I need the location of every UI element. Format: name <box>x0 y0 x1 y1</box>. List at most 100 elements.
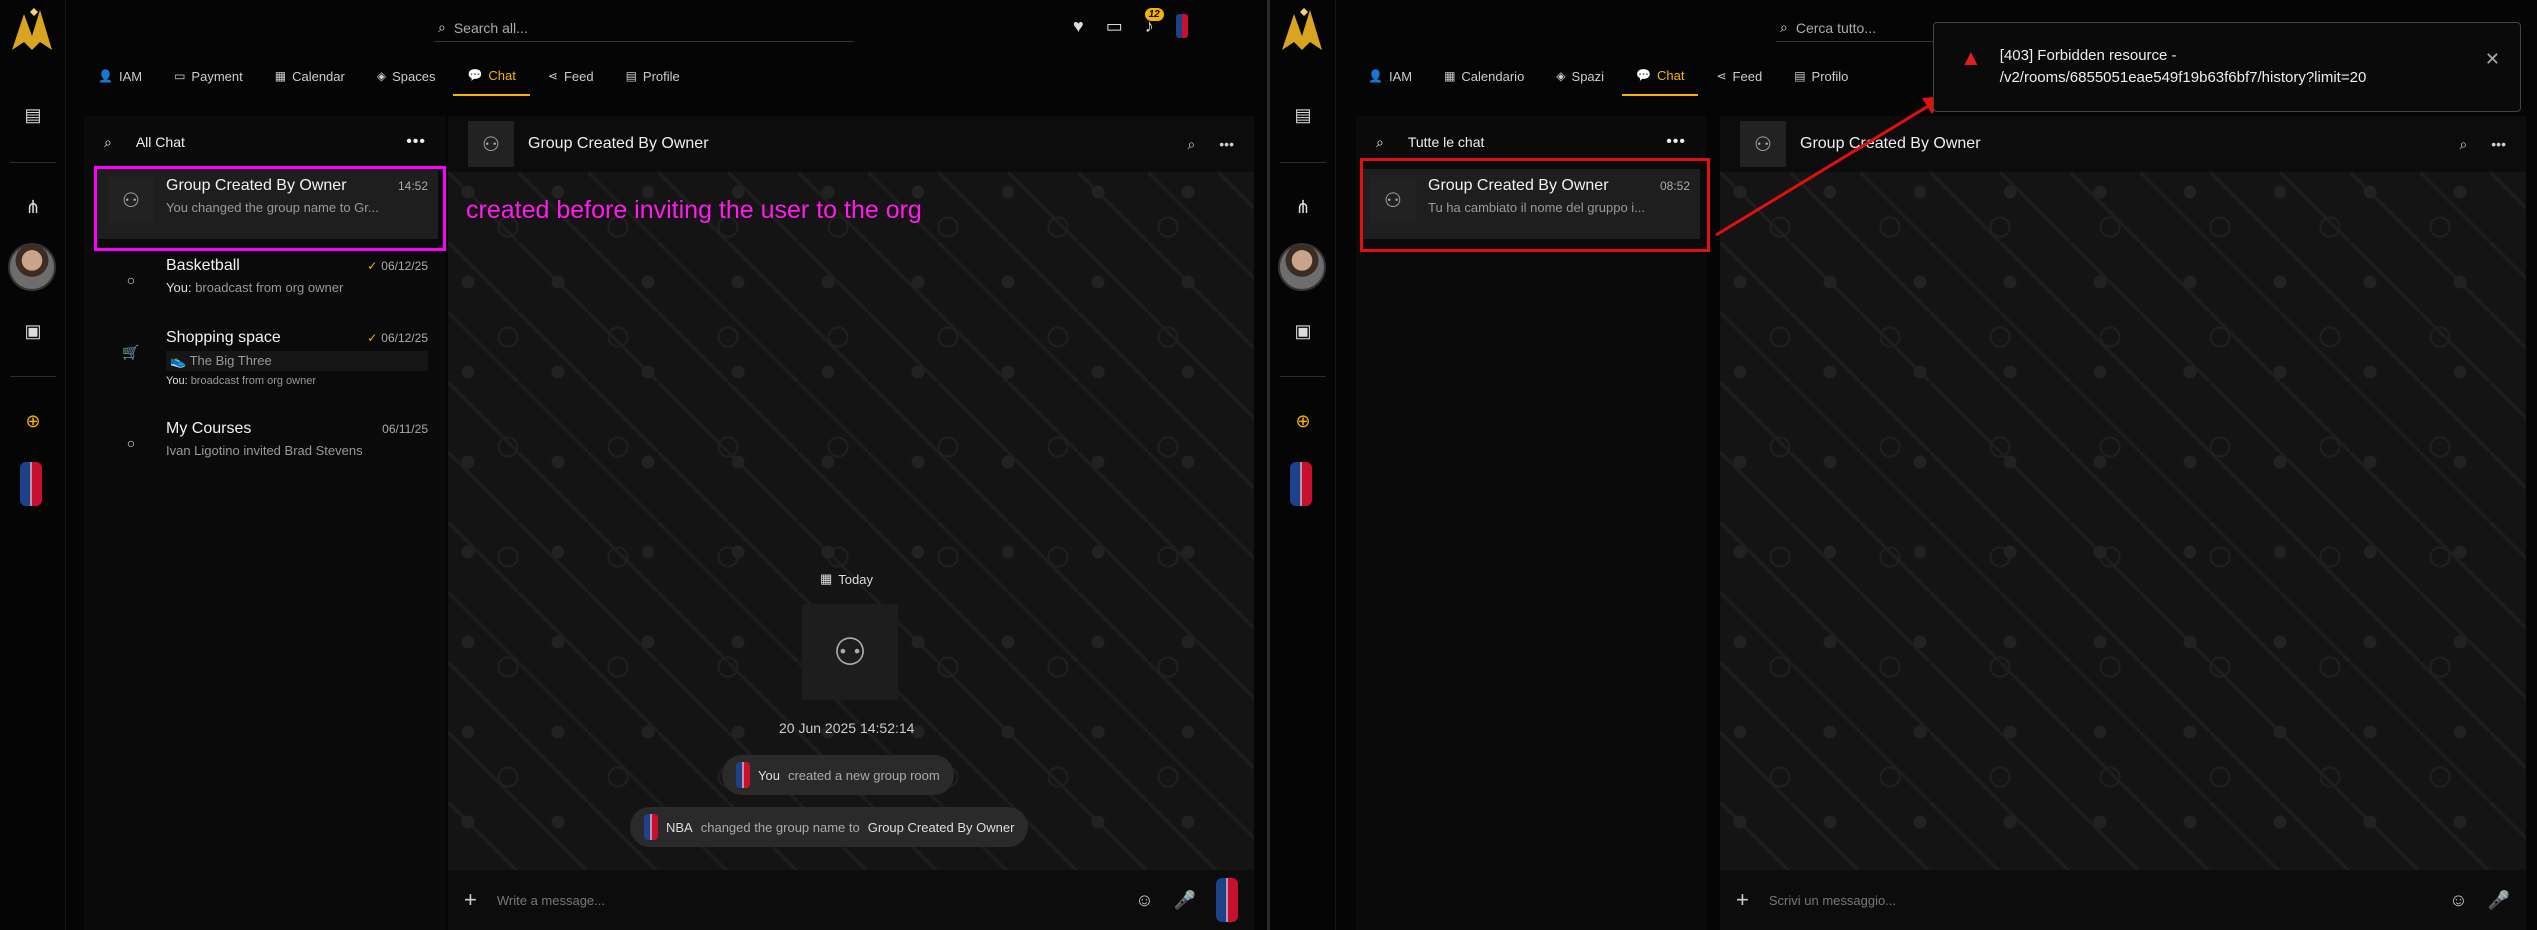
chat-bubble-icon[interactable]: ▭ <box>1106 16 1123 37</box>
tab-calendar[interactable]: ▦ Calendar <box>261 56 359 96</box>
event-text: created a new group room <box>787 767 940 783</box>
event-actor: NBA <box>666 819 693 835</box>
chat-list-header: ⌕ All Chat ••• <box>84 116 446 168</box>
user-avatar[interactable] <box>1278 243 1326 291</box>
search-icon: ⌕ <box>1780 19 1788 35</box>
tab-label: IAM <box>118 68 143 84</box>
user-icon: 👤 <box>98 69 113 83</box>
system-message: You created a new group room <box>722 755 954 795</box>
chat-item-group[interactable]: ⚇ Group Created By Owner 14:52 You change… <box>98 169 438 239</box>
share-icon: ⋖ <box>547 69 558 83</box>
chat-sender: You: <box>166 280 192 295</box>
rail-divider <box>1280 162 1326 163</box>
reader-icon[interactable]: ▣ <box>20 318 46 344</box>
nba-mini-logo <box>736 762 750 788</box>
org-switch-icon[interactable] <box>1175 14 1188 38</box>
notification-badge: 12 <box>1144 7 1164 21</box>
chat-list-title: All Chat <box>135 134 185 150</box>
chat-name: Group Created By Owner <box>1428 177 1609 194</box>
tab-chat[interactable]: 💬 Chat <box>453 56 530 96</box>
search-icon: ⌕ <box>438 19 446 35</box>
nba-mini-logo <box>644 814 658 840</box>
tab-profile[interactable]: ▤ Profile <box>612 56 694 96</box>
chat-name: Group Created By Owner <box>166 177 347 194</box>
chat-time: 14:52 <box>397 179 428 193</box>
more-icon[interactable]: ••• <box>1219 136 1234 153</box>
error-message: [403] Forbidden resource - /v2/rooms/685… <box>2000 45 2467 89</box>
close-icon[interactable]: ✕ <box>2485 49 2500 70</box>
chat-item-courses[interactable]: ○ My Courses 06/11/25 Ivan Ligotino invit… <box>98 412 438 482</box>
tab-chat[interactable]: 💬 Chat <box>1622 56 1699 96</box>
circle-icon: ○ <box>126 435 136 451</box>
more-icon[interactable]: ••• <box>406 133 426 151</box>
chat-item-basketball[interactable]: ○ Basketball ✓ 06/12/25 You: broadcast fro… <box>98 249 438 319</box>
heart-icon[interactable]: ♥ <box>1073 16 1084 37</box>
rail-divider <box>1280 376 1326 377</box>
share-icon[interactable]: ⋔ <box>1290 194 1316 220</box>
chat-list: ⌕ All Chat ••• ⚇ Group Created By Owner 1… <box>84 116 446 930</box>
search-icon[interactable]: ⌕ <box>104 134 112 151</box>
plus-icon[interactable]: + <box>464 887 477 913</box>
calendar-icon: ▦ <box>1444 69 1456 83</box>
plus-icon[interactable]: + <box>1736 887 1749 913</box>
sender-org-avatar[interactable] <box>1216 878 1238 922</box>
store-icon[interactable]: ▤ <box>1290 102 1316 128</box>
tab-feed[interactable]: ⋖ Feed <box>534 56 608 96</box>
app-logo[interactable] <box>1278 6 1326 52</box>
user-avatar[interactable] <box>8 243 56 291</box>
annotation-text: created before inviting the user to the … <box>466 196 922 224</box>
composer: + Write a message... ☺ 🎤 <box>448 870 1254 930</box>
day-separator: ▦ Today <box>820 571 873 587</box>
bell-icon[interactable]: ♪ 12 <box>1144 7 1164 37</box>
store-icon[interactable]: ▤ <box>20 102 46 128</box>
group-icon: ⚇ <box>1370 177 1416 223</box>
group-icon: ⚇ <box>468 121 514 167</box>
nba-org-logo[interactable] <box>20 462 42 506</box>
chat-name: Basketball <box>166 257 240 274</box>
composer: + Scrivi un messaggio... ☺ 🎤 <box>1720 870 2526 930</box>
search-placeholder: Search all... <box>453 19 528 36</box>
tab-spaces[interactable]: ◈ Spaces <box>363 56 450 96</box>
share-icon[interactable]: ⋔ <box>20 194 46 220</box>
add-circle-icon[interactable]: ⊕ <box>1290 408 1316 434</box>
microphone-icon[interactable]: 🎤 <box>1174 890 1196 911</box>
chat-item-shopping[interactable]: 🛒 Shopping space ✓ 06/12/25 👟 The Big Thre… <box>98 321 438 401</box>
reader-icon[interactable]: ▣ <box>1290 318 1316 344</box>
event-actor: You <box>758 767 780 783</box>
chat-preview: broadcast from org owner <box>190 375 317 387</box>
more-icon[interactable]: ••• <box>1666 133 1686 151</box>
more-icon[interactable]: ••• <box>2491 136 2506 153</box>
top-bar: ⌕ Search all... ♥ ▭ ♪ 12 <box>66 0 1267 56</box>
emoji-icon[interactable]: ☺ <box>2449 890 2467 911</box>
circle-icon: ○ <box>126 272 136 288</box>
layers-icon: ◈ <box>376 69 387 83</box>
tab-label: IAM <box>1388 68 1413 84</box>
tab-label: Calendario <box>1461 68 1525 84</box>
search-input[interactable]: ⌕ Search all... <box>434 14 854 42</box>
tab-iam[interactable]: 👤 IAM <box>84 56 156 96</box>
search-icon[interactable]: ⌕ <box>1187 136 1195 153</box>
message-input[interactable]: Scrivi un messaggio... <box>1769 893 2429 908</box>
search-icon[interactable]: ⌕ <box>2459 136 2467 153</box>
emoji-icon[interactable]: ☺ <box>1135 890 1153 911</box>
event-target: Group Created By Owner <box>867 819 1015 835</box>
nba-org-logo[interactable] <box>1290 462 1312 506</box>
user-icon: 👤 <box>1368 69 1383 83</box>
chat-item-group[interactable]: ⚇ Group Created By Owner 08:52 Tu ha camb… <box>1360 169 1700 239</box>
search-icon[interactable]: ⌕ <box>1376 134 1384 151</box>
top-icons: ♥ ▭ ♪ 12 <box>1073 7 1188 38</box>
chat-sender: You: <box>166 375 188 387</box>
tab-iam[interactable]: 👤 IAM <box>1354 56 1426 96</box>
cart-icon: 🛒 <box>122 343 140 360</box>
tag-label: The Big Three <box>189 353 272 368</box>
app-logo[interactable] <box>8 6 56 52</box>
microphone-icon[interactable]: 🎤 <box>2488 890 2510 911</box>
tab-calendar[interactable]: ▦ Calendario <box>1430 56 1538 96</box>
shoe-icon: 👟 <box>170 353 190 368</box>
chat-icon: 💬 <box>467 68 483 82</box>
add-circle-icon[interactable]: ⊕ <box>20 408 46 434</box>
tab-label: Feed <box>563 68 594 84</box>
tab-payment[interactable]: ▭ Payment <box>160 56 257 96</box>
tab-spaces[interactable]: ◈ Spazi <box>1542 56 1618 96</box>
message-input[interactable]: Write a message... <box>497 893 1115 908</box>
